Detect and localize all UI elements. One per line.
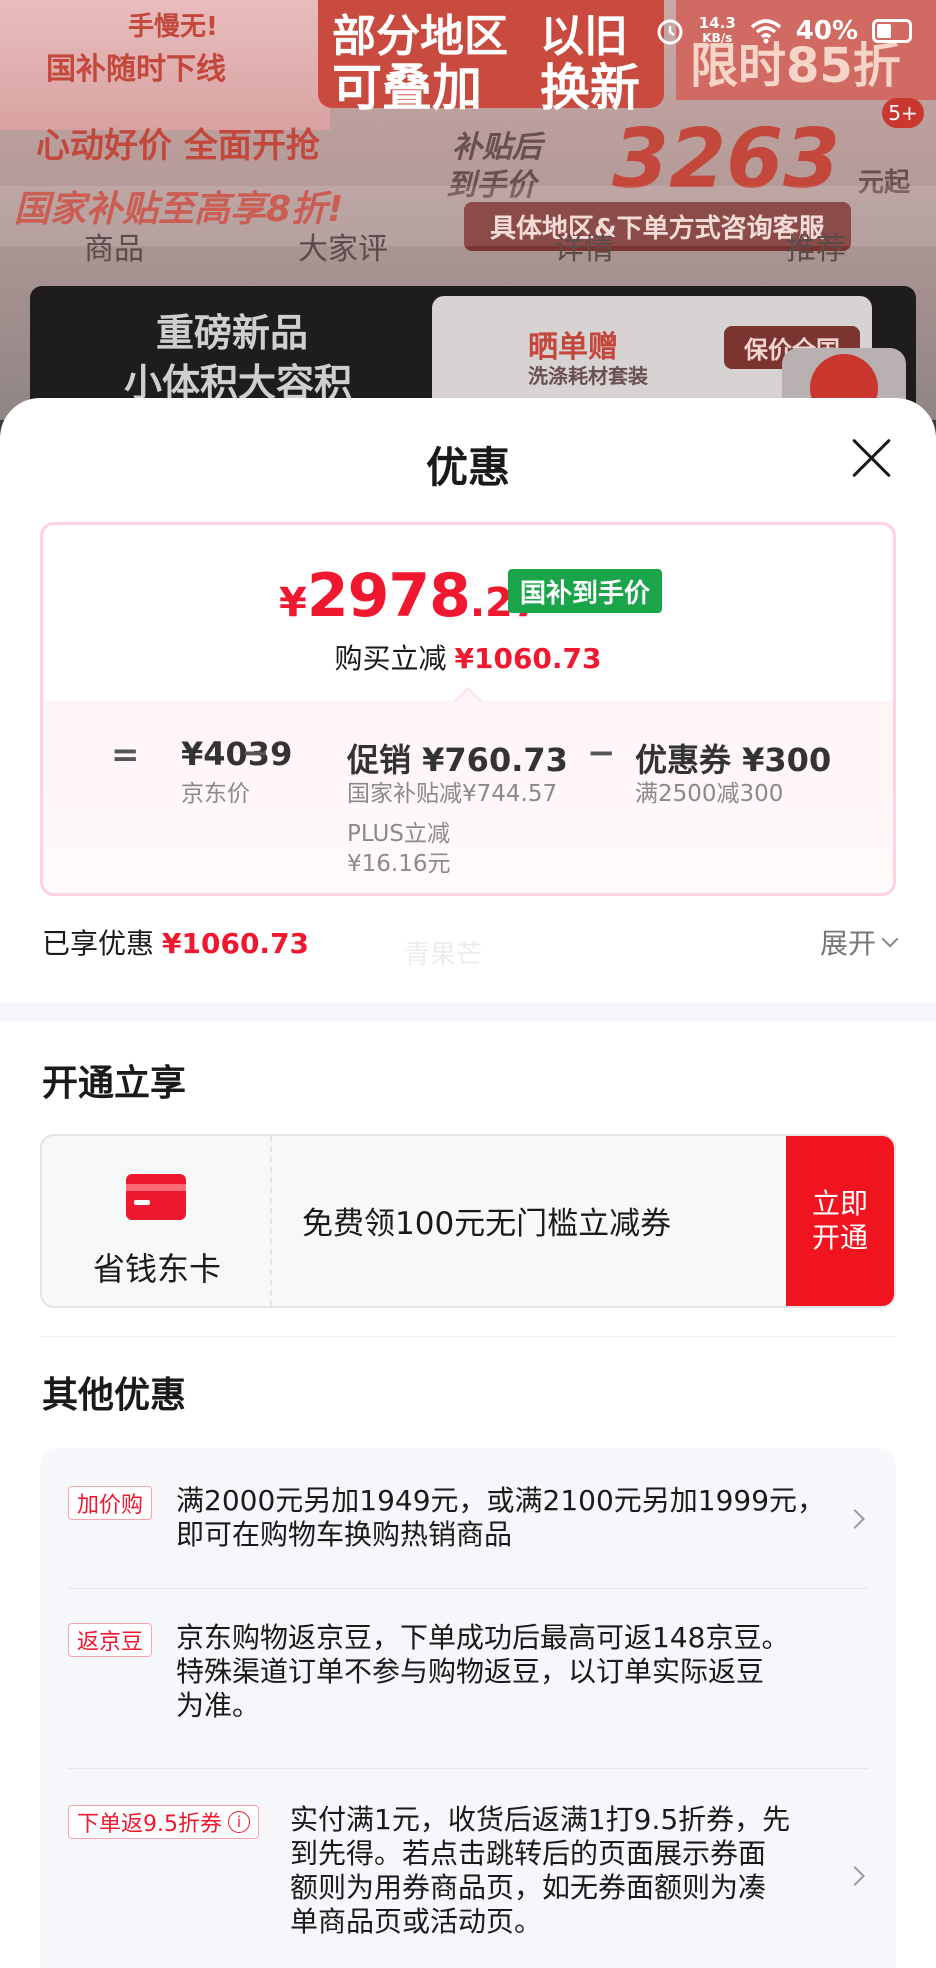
wifi-icon: [750, 19, 781, 44]
credit-card-icon: [126, 1174, 186, 1220]
instant-discount-value: ¥1060.73: [454, 642, 602, 675]
offer-add-on-purchase[interactable]: 加价购 满2000元另加1949元，或满2100元另加1999元， 即可在购物车…: [40, 1448, 896, 1588]
background-product-page: 手慢无! 国补随时下线 部分地区 可叠加 以旧 换新 限时85折 心动好价 全面…: [0, 0, 936, 420]
open-now-line2: 开通: [811, 1221, 868, 1254]
tab-goods[interactable]: 商品: [84, 224, 144, 268]
banner-center-right2: 换新: [540, 59, 640, 117]
enjoyed-discount-value: ¥1060.73: [162, 927, 310, 960]
expand-button[interactable]: 展开: [819, 922, 899, 962]
savings-card-left: 省钱东卡: [42, 1136, 272, 1306]
chevron-right-icon: [845, 1866, 865, 1886]
close-icon[interactable]: [850, 436, 894, 480]
promo-left-1: 重磅新品: [156, 311, 309, 355]
discount-sheet: 优惠 ¥ 2978 .27 国补到手价 购买立减 ¥1060.73 = ¥4039…: [0, 398, 936, 1968]
final-price-integer: 2978: [306, 561, 471, 631]
open-now-button[interactable]: 立即 开通: [786, 1136, 894, 1306]
tab-reviews[interactable]: 大家评: [298, 224, 388, 268]
open-now-line1: 立即: [811, 1187, 868, 1220]
offer-tag: 加价购: [68, 1486, 153, 1520]
offer-text: 满2000元另加1949元，或满2100元另加1999元， 即可在购物车换购热销…: [176, 1484, 825, 1552]
battery-percentage: 40%: [795, 16, 858, 46]
offer-text-line: 实付满1元，收货后返满1打9.5折券，先: [290, 1803, 791, 1836]
minus-sign-1: −: [241, 733, 270, 773]
chevron-down-icon: [881, 930, 899, 948]
coupon-discount: 优惠券 ¥300: [635, 741, 832, 779]
banner-center-line2: 可叠加: [332, 59, 482, 117]
instant-discount: 购买立减 ¥1060.73: [43, 637, 893, 677]
banner-left-top: 手慢无!: [128, 12, 218, 42]
offer-text: 京东购物返京豆，下单成功后最高可返148京豆。 特殊渠道订单不参与购物返豆，以订…: [176, 1621, 789, 1723]
plus-discount-value: ¥16.16元: [347, 851, 451, 877]
offer-text-line: 即可在购物车换购热销商品: [176, 1518, 513, 1551]
status-bar: 14.3 KB/s 40%: [655, 16, 912, 46]
other-section-title: 其他优惠: [42, 1375, 187, 1416]
offer-text: 实付满1元，收货后返满1打9.5折券，先 到先得。若点击跳转后的页面展示券面 额…: [290, 1803, 790, 1939]
offer-tag-label: 下单返9.5折券: [77, 1812, 222, 1837]
chevron-right-icon: [845, 1509, 865, 1529]
other-offers-list: 加价购 满2000元另加1949元，或满2100元另加1999元， 即可在购物车…: [40, 1448, 896, 1968]
promo-gift-sub: 洗涤耗材套装: [528, 364, 648, 388]
equals-sign: =: [111, 735, 140, 775]
ghost-text: 青果芒: [404, 940, 483, 970]
battery-icon: [872, 19, 912, 43]
offer-text-line: 单商品页或活动页。: [290, 1905, 543, 1938]
sheet-title: 优惠: [425, 443, 510, 492]
final-price: ¥ 2978 .27: [279, 561, 541, 631]
banner-left-main: 国补随时下线: [46, 52, 226, 87]
offer-text-line: 特殊渠道订单不参与购物返豆，以订单实际返豆: [176, 1655, 765, 1688]
offer-return-coupon[interactable]: 下单返9.5折券 i 实付满1元，收货后返满1打9.5折券，先 到先得。若点击跳…: [40, 1769, 896, 1968]
network-speed: 14.3 KB/s: [699, 16, 736, 46]
slogan: 心动好价 全面开抢: [36, 126, 320, 166]
savings-card-desc: 免费领100元无门槛立减券: [302, 1206, 672, 1242]
offer-text-line: 满2000元另加1949元，或满2100元另加1999元，: [176, 1484, 826, 1517]
enjoyed-discount: 已享优惠 ¥1060.73: [42, 922, 309, 962]
divider-line: [40, 1336, 896, 1337]
info-icon[interactable]: i: [228, 1811, 250, 1833]
offer-tag: 下单返9.5折券 i: [68, 1805, 259, 1839]
network-speed-unit: KB/s: [702, 31, 733, 45]
alarm-icon: [657, 19, 683, 45]
savings-card-offer: 省钱东卡 免费领100元无门槛立减券 立即 开通: [40, 1134, 896, 1308]
section-divider: [0, 1002, 936, 1022]
offer-text-line: 额则为用券商品页，如无券面额则为凑: [290, 1871, 767, 1904]
network-speed-value: 14.3: [698, 14, 736, 32]
enjoyed-discount-label: 已享优惠: [42, 927, 155, 960]
offer-jd-beans[interactable]: 返京豆 京东购物返京豆，下单成功后最高可返148京豆。 特殊渠道订单不参与购物返…: [40, 1589, 896, 1767]
minus-sign-2: −: [587, 733, 616, 773]
jd-price-label: 京东价: [181, 781, 250, 807]
savings-card-name: 省钱东卡: [92, 1250, 221, 1288]
open-section-title: 开通立享: [42, 1063, 187, 1104]
final-price-currency: ¥: [279, 580, 307, 626]
offer-text-line: 京东购物返京豆，下单成功后最高可返148京豆。: [176, 1621, 790, 1654]
plus-discount-label: PLUS立减: [347, 821, 450, 847]
offer-text-line: 到先得。若点击跳转后的页面展示券面: [290, 1837, 767, 1870]
promo-discount: 促销 ¥760.73: [347, 741, 568, 779]
coupon-condition: 满2500减300: [635, 781, 784, 807]
expand-label: 展开: [819, 927, 876, 960]
tab-recommend[interactable]: 推荐: [786, 224, 846, 268]
national-subsidy-discount: 国家补贴减¥744.57: [347, 781, 558, 807]
tab-details[interactable]: 详情: [554, 224, 614, 268]
price-card: ¥ 2978 .27 国补到手价 购买立减 ¥1060.73 = ¥4039 京东…: [40, 522, 896, 896]
jd-price: ¥4039: [181, 735, 293, 773]
instant-discount-label: 购买立减: [334, 642, 447, 675]
offer-text-line: 为准。: [176, 1689, 261, 1722]
subsidy-price-badge: 国补到手价: [508, 569, 663, 613]
cart-count-badge: 5+: [882, 98, 924, 128]
offer-tag: 返京豆: [68, 1623, 153, 1657]
